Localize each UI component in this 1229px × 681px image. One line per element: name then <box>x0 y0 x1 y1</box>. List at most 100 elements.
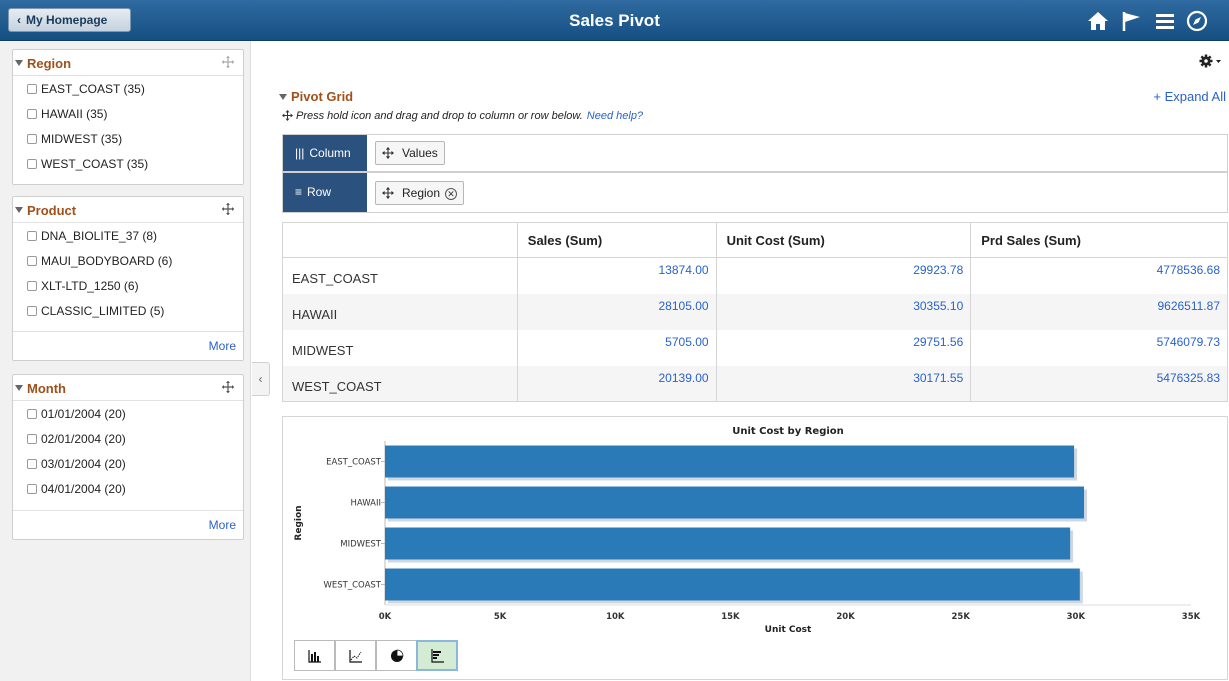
bar <box>385 527 1071 560</box>
checkbox[interactable] <box>27 409 37 419</box>
compass-icon[interactable] <box>1184 8 1210 34</box>
columns-icon: ||| <box>295 146 305 160</box>
unit-cost-cell[interactable]: 29751.56 <box>715 329 972 366</box>
row-label: MIDWEST <box>282 329 518 366</box>
sales-cell[interactable]: 20139.00 <box>516 365 717 402</box>
bar-chart-icon <box>308 650 321 663</box>
sales-cell[interactable]: 28105.00 <box>516 293 717 330</box>
menu-icon[interactable] <box>1152 8 1178 34</box>
x-tick-label: 10K <box>606 612 625 622</box>
facet-option[interactable]: EAST_COAST (35) <box>13 78 243 103</box>
unit-cost-cell[interactable]: 30355.10 <box>715 293 972 330</box>
values-chip[interactable]: Values <box>375 141 445 165</box>
expand-all-link[interactable]: + Expand All <box>1153 89 1226 104</box>
facet-option[interactable]: XLT-LTD_1250 (6) <box>13 275 243 300</box>
facet-option-label: 04/01/2004 (20) <box>41 482 126 496</box>
facet-more-link[interactable]: More <box>13 510 243 538</box>
bar-chart-type-button[interactable] <box>294 640 335 671</box>
flag-icon[interactable] <box>1119 8 1145 34</box>
row-label-text: Row <box>307 185 332 199</box>
move-icon[interactable] <box>382 187 394 199</box>
prd-sales-cell[interactable]: 5476325.83 <box>970 365 1228 402</box>
facet-header[interactable]: Product <box>13 197 243 223</box>
facet-header[interactable]: Month <box>13 375 243 401</box>
checkbox[interactable] <box>27 109 37 119</box>
facet-region: Region EAST_COAST (35) HAWAII (35) MIDWE… <box>12 49 244 185</box>
prd-sales-cell[interactable]: 4778536.68 <box>970 257 1228 294</box>
chart-title: Unit Cost by Region <box>732 426 844 437</box>
facet-option[interactable]: MAUI_BODYBOARD (6) <box>13 250 243 275</box>
y-tick-label: HAWAII <box>350 499 381 509</box>
column-header[interactable]: Sales (Sum) <box>516 222 717 258</box>
column-label-text: Column <box>309 146 351 160</box>
facet-product: Product DNA_BIOLITE_37 (8) MAUI_BODYBOAR… <box>12 196 244 361</box>
facet-title: Product <box>27 203 77 218</box>
need-help-link[interactable]: Need help? <box>587 110 643 122</box>
facet-title: Region <box>27 56 72 71</box>
facet-option[interactable]: MIDWEST (35) <box>13 128 243 153</box>
pie-chart-type-button[interactable] <box>376 640 417 671</box>
checkbox[interactable] <box>27 434 37 444</box>
checkbox[interactable] <box>27 306 37 316</box>
sales-cell[interactable]: 5705.00 <box>516 329 717 366</box>
x-tick-label: 25K <box>952 612 971 622</box>
column-label: ||| Column <box>283 135 367 171</box>
facet-option[interactable]: 03/01/2004 (20) <box>13 453 243 478</box>
top-banner: ‹ My Homepage Sales Pivot <box>0 0 1229 41</box>
checkbox[interactable] <box>27 159 37 169</box>
pivot-grid-toggle[interactable]: Pivot Grid <box>279 89 353 104</box>
checkbox[interactable] <box>27 484 37 494</box>
prd-sales-cell[interactable]: 9626511.87 <box>970 293 1228 330</box>
collapse-triangle-icon[interactable] <box>15 385 23 391</box>
move-icon[interactable] <box>382 147 394 159</box>
y-tick-label: EAST_COAST <box>326 458 382 468</box>
facet-option[interactable]: CLASSIC_LIMITED (5) <box>13 300 243 325</box>
checkbox[interactable] <box>27 256 37 266</box>
facet-more-link[interactable]: More <box>13 331 243 359</box>
horizontal-bar-chart-icon <box>431 649 444 663</box>
facet-option[interactable]: 01/01/2004 (20) <box>13 403 243 428</box>
facet-option[interactable]: HAWAII (35) <box>13 103 243 128</box>
remove-icon[interactable]: ✕ <box>445 188 458 200</box>
collapse-triangle-icon[interactable] <box>15 60 23 66</box>
facet-option-label: MIDWEST (35) <box>41 132 123 146</box>
unit-cost-cell[interactable]: 29923.78 <box>715 257 972 294</box>
column-header <box>282 222 518 258</box>
facet-option[interactable]: 04/01/2004 (20) <box>13 478 243 503</box>
checkbox[interactable] <box>27 84 37 94</box>
column-header[interactable]: Prd Sales (Sum) <box>970 222 1228 258</box>
checkbox[interactable] <box>27 459 37 469</box>
row-label: HAWAII <box>282 293 518 330</box>
unit-cost-cell[interactable]: 30171.55 <box>715 365 972 402</box>
line-chart-type-button[interactable] <box>335 640 376 671</box>
facet-option-label: MAUI_BODYBOARD (6) <box>41 254 173 268</box>
gear-icon[interactable] <box>1199 53 1223 69</box>
x-tick-label: 35K <box>1182 612 1201 622</box>
table-row: WEST_COAST 20139.00 30171.55 5476325.83 <box>282 365 1228 402</box>
column-drop-zone[interactable]: ||| Column Values <box>282 134 1228 172</box>
move-icon[interactable] <box>221 55 235 69</box>
sales-cell[interactable]: 13874.00 <box>516 257 717 294</box>
row-label: ≡ Row <box>283 173 367 212</box>
rows-icon: ≡ <box>295 185 303 199</box>
line-chart-icon <box>349 650 362 663</box>
checkbox[interactable] <box>27 231 37 241</box>
facet-option-label: XLT-LTD_1250 (6) <box>41 279 139 293</box>
facet-option[interactable]: WEST_COAST (35) <box>13 153 243 178</box>
move-icon[interactable] <box>221 202 235 216</box>
home-icon[interactable] <box>1085 8 1111 34</box>
facet-header[interactable]: Region <box>13 50 243 76</box>
checkbox[interactable] <box>27 134 37 144</box>
collapse-triangle-icon[interactable] <box>15 207 23 213</box>
column-header[interactable]: Unit Cost (Sum) <box>715 222 972 258</box>
region-chip[interactable]: Region ✕ <box>375 181 465 205</box>
prd-sales-cell[interactable]: 5746079.73 <box>970 329 1228 366</box>
checkbox[interactable] <box>27 281 37 291</box>
chip-label: Region <box>402 186 441 200</box>
horizontal-bar-chart-type-button[interactable] <box>416 640 458 671</box>
collapse-sidebar-button[interactable]: ‹ <box>252 362 270 396</box>
move-icon[interactable] <box>221 380 235 394</box>
facet-option[interactable]: DNA_BIOLITE_37 (8) <box>13 225 243 250</box>
row-drop-zone[interactable]: ≡ Row Region ✕ <box>282 172 1228 213</box>
facet-option[interactable]: 02/01/2004 (20) <box>13 428 243 453</box>
